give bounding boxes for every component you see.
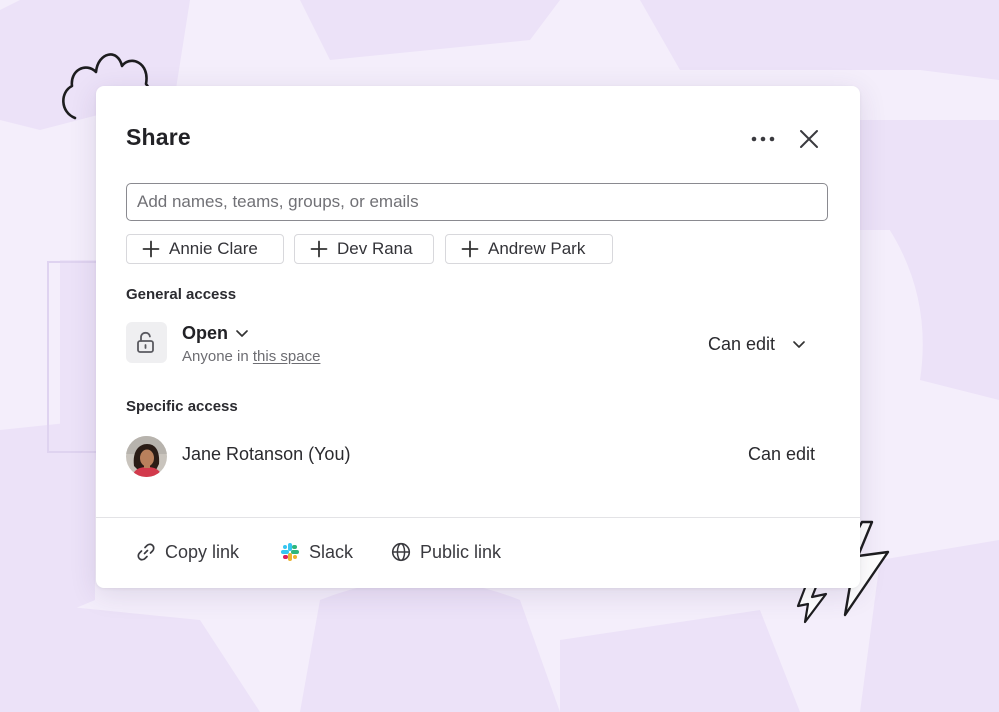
person-permission: Can edit (748, 444, 816, 464)
suggestion-chip-annie-clare[interactable]: Annie Clare (126, 234, 284, 264)
globe-icon (391, 542, 411, 562)
access-description-prefix: Anyone in (182, 348, 249, 365)
plus-icon (310, 240, 328, 258)
more-options-button[interactable] (748, 130, 778, 148)
share-dialog: Share Annie Clare Dev Rana Andrew Park G… (96, 86, 860, 588)
footer-divider (96, 517, 860, 518)
access-type-label: Open (182, 322, 229, 343)
close-icon (800, 130, 818, 148)
general-access-dropdown[interactable]: Open (182, 322, 249, 344)
copy-link-button[interactable]: Copy link (136, 538, 239, 566)
copy-link-label: Copy link (165, 541, 240, 562)
public-link-button[interactable]: Public link (391, 538, 501, 566)
general-permission-label: Can edit (708, 333, 776, 354)
general-access-heading: General access (126, 286, 237, 303)
close-button[interactable] (796, 126, 822, 152)
public-link-label: Public link (420, 541, 502, 562)
avatar (126, 436, 167, 477)
chip-label: Dev Rana (337, 239, 413, 258)
chevron-down-icon (236, 330, 248, 337)
access-icon-box (126, 322, 167, 363)
suggestion-chip-andrew-park[interactable]: Andrew Park (445, 234, 613, 264)
plus-icon (461, 240, 479, 258)
search-input[interactable] (127, 184, 827, 220)
link-icon (137, 543, 155, 561)
general-permission-dropdown[interactable]: Can edit (708, 332, 806, 356)
slack-icon (281, 543, 299, 561)
suggestion-chip-dev-rana[interactable]: Dev Rana (294, 234, 434, 264)
slack-label: Slack (309, 541, 354, 562)
chevron-down-icon (793, 341, 805, 348)
chip-label: Annie Clare (169, 239, 258, 258)
access-description: Anyone in this space (182, 348, 320, 365)
space-link[interactable]: this space (253, 348, 321, 365)
specific-access-heading: Specific access (126, 398, 238, 415)
person-name: Jane Rotanson (You) (182, 444, 351, 464)
plus-icon (142, 240, 160, 258)
chip-label: Andrew Park (488, 239, 586, 258)
slack-button[interactable]: Slack (280, 538, 353, 566)
more-horizontal-icon (751, 136, 775, 142)
unlock-icon (137, 331, 154, 353)
search-field (126, 183, 828, 221)
dialog-title: Share (126, 124, 191, 150)
